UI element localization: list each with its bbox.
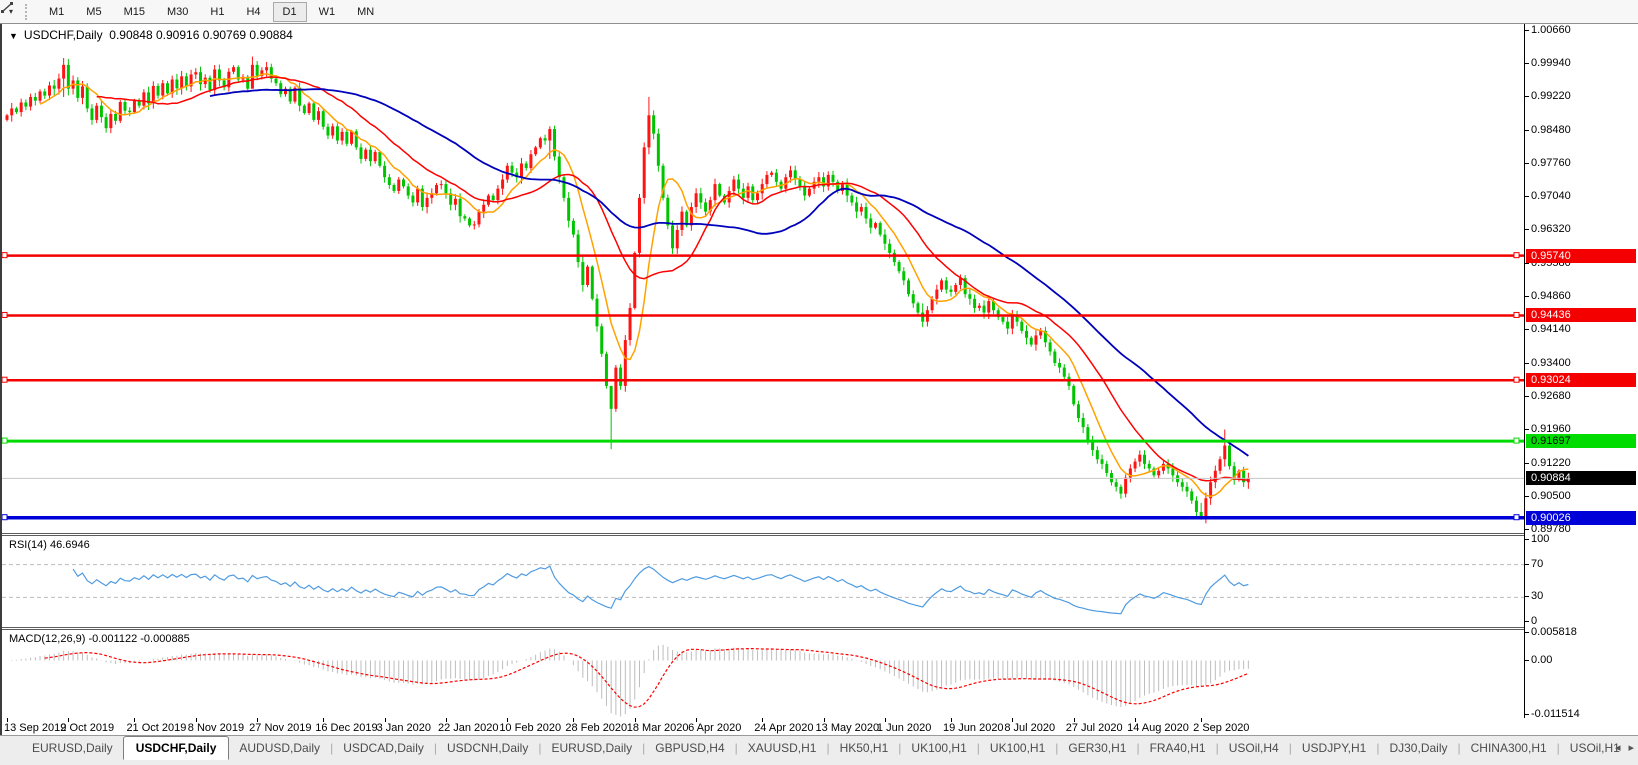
date-label: 27 Jul 2020 — [1066, 722, 1123, 734]
date-label: 13 May 2020 — [816, 722, 880, 734]
tab-eurusd-daily[interactable]: EURUSD,Daily — [541, 737, 642, 758]
price-axis: 1.00660 0.99940 0.99220 0.98480 0.97760 0.970… — [1524, 24, 1638, 718]
macd-tick-label: 0.00 — [1531, 653, 1552, 667]
tab-usdcad-daily[interactable]: USDCAD,Daily — [333, 737, 434, 758]
rsi-tick-label: 100 — [1531, 532, 1549, 546]
rsi-tick-label: 70 — [1531, 557, 1543, 571]
timeframe-m15[interactable]: M15 — [114, 2, 155, 22]
price-line-badge: 0.90026 — [1526, 511, 1636, 525]
date-label: 10 Feb 2020 — [499, 722, 561, 734]
rsi-label: RSI(14) 46.6946 — [9, 539, 90, 551]
candlestick-chart[interactable] — [2, 24, 1524, 533]
date-label: 8 Nov 2019 — [188, 722, 244, 734]
date-axis: 13 Sep 20192 Oct 2019 21 Oct 20198 Nov 20… — [2, 718, 1524, 735]
timeframe-h1[interactable]: H1 — [200, 2, 234, 22]
tab-gbpusd-h4[interactable]: GBPUSD,H4 — [645, 737, 734, 758]
date-label: 19 Jun 2020 — [943, 722, 1004, 734]
ohlc-values: 0.90848 0.90916 0.90769 0.90884 — [109, 28, 293, 42]
tab-xauusd-h1[interactable]: XAUUSD,H1 — [738, 737, 827, 758]
tab-usoil-h4[interactable]: USOil,H4 — [1219, 737, 1289, 758]
date-label: 24 Apr 2020 — [754, 722, 813, 734]
tab-scroll-buttons: ◂ ▸ — [1615, 741, 1634, 754]
date-label: 3 Jan 2020 — [377, 722, 431, 734]
date-label: 8 Jul 2020 — [1004, 722, 1055, 734]
date-label: 18 Mar 2020 — [627, 722, 689, 734]
date-label: 6 Apr 2020 — [688, 722, 741, 734]
price-tick-label: 0.92680 — [1531, 389, 1571, 403]
price-tick-label: 0.94140 — [1531, 322, 1571, 336]
date-label: 28 Feb 2020 — [565, 722, 627, 734]
price-tick-label: 0.91220 — [1531, 456, 1571, 470]
symbol-tab-bar: EURUSD,DailyUSDCHF,DailyAUDUSD,Daily|USD… — [0, 735, 1638, 765]
rsi-tick-label: 30 — [1531, 589, 1543, 603]
price-tick-label: 0.99940 — [1531, 56, 1571, 70]
tab-usdjpy-h1[interactable]: USDJPY,H1 — [1292, 737, 1376, 758]
date-label: 14 Aug 2020 — [1127, 722, 1189, 734]
toolbar-grip[interactable] — [25, 4, 32, 20]
timeframe-w1[interactable]: W1 — [309, 2, 346, 22]
price-line-badge: 0.90884 — [1526, 471, 1636, 485]
price-line-badge: 0.91697 — [1526, 434, 1636, 448]
price-chart-panel[interactable]: ▼ USDCHF,Daily 0.90848 0.90916 0.90769 0.… — [2, 24, 1524, 534]
date-label: 13 Sep 2019 — [4, 722, 66, 734]
date-label: 16 Dec 2019 — [315, 722, 377, 734]
tab-ger30-h1[interactable]: GER30,H1 — [1058, 737, 1136, 758]
symbol-period-label: USDCHF,Daily — [24, 28, 103, 42]
timeframe-buttons: M1M5M15M30H1H4D1W1MN — [38, 0, 385, 23]
price-tick-label: 0.93400 — [1531, 356, 1571, 370]
chart-window: ▼ USDCHF,Daily 0.90848 0.90916 0.90769 0.… — [0, 24, 1638, 735]
tab-scroll-right-icon[interactable]: ▸ — [1628, 741, 1634, 754]
date-label: 2 Sep 2020 — [1193, 722, 1249, 734]
price-tick-label: 0.97760 — [1531, 156, 1571, 170]
tab-usdcnh-daily[interactable]: USDCNH,Daily — [437, 737, 538, 758]
date-label: 2 Oct 2019 — [60, 722, 114, 734]
timeframe-mn[interactable]: MN — [347, 2, 384, 22]
tab-audusd-daily[interactable]: AUDUSD,Daily — [229, 737, 330, 758]
macd-tick-label: -0.011514 — [1531, 707, 1580, 721]
macd-chart[interactable] — [2, 630, 1524, 718]
rsi-panel[interactable]: RSI(14) 46.6946 — [2, 535, 1524, 628]
price-line-badge: 0.95740 — [1526, 249, 1636, 263]
timeframe-h4[interactable]: H4 — [236, 2, 270, 22]
tab-eurusd-daily[interactable]: EURUSD,Daily — [22, 737, 123, 758]
price-tick-label: 0.99220 — [1531, 89, 1571, 103]
price-line-badge: 0.94436 — [1526, 308, 1636, 322]
timeframe-d1[interactable]: D1 — [273, 2, 307, 22]
price-tick-label: 0.96320 — [1531, 222, 1571, 236]
date-label: 1 Jun 2020 — [877, 722, 931, 734]
date-label: 27 Nov 2019 — [249, 722, 311, 734]
price-tick-label: 0.97040 — [1531, 189, 1571, 203]
price-tick-label: 0.90500 — [1531, 489, 1571, 503]
top-toolbar: ▾ M1M5M15M30H1H4D1W1MN — [0, 0, 1638, 24]
trendline-tool-icon — [0, 0, 15, 15]
tab-fra40-h1[interactable]: FRA40,H1 — [1140, 737, 1216, 758]
macd-label: MACD(12,26,9) -0.001122 -0.000885 — [9, 633, 190, 645]
tab-hk50-h1[interactable]: HK50,H1 — [830, 737, 899, 758]
price-line-badge: 0.93024 — [1526, 373, 1636, 387]
line-studies-button[interactable]: ▾ — [0, 7, 19, 16]
tab-uk100-h1[interactable]: UK100,H1 — [980, 737, 1055, 758]
price-tick-label: 0.94860 — [1531, 289, 1571, 303]
timeframe-m5[interactable]: M5 — [76, 2, 111, 22]
tab-china300-h1[interactable]: CHINA300,H1 — [1461, 737, 1557, 758]
tab-usdchf-daily[interactable]: USDCHF,Daily — [123, 736, 230, 760]
price-tick-label: 0.98480 — [1531, 123, 1571, 137]
timeframe-m1[interactable]: M1 — [39, 2, 74, 22]
symbol-dropdown-icon[interactable]: ▼ — [9, 31, 18, 41]
timeframe-m30[interactable]: M30 — [157, 2, 198, 22]
tab-uk100-h1[interactable]: UK100,H1 — [901, 737, 976, 758]
tab-dj30-daily[interactable]: DJ30,Daily — [1379, 737, 1457, 758]
chart-title: ▼ USDCHF,Daily 0.90848 0.90916 0.90769 0.… — [9, 28, 293, 42]
date-label: 21 Oct 2019 — [126, 722, 186, 734]
macd-tick-label: 0.005818 — [1531, 625, 1577, 639]
price-tick-label: 1.00660 — [1531, 23, 1571, 37]
date-label: 22 Jan 2020 — [438, 722, 499, 734]
rsi-chart[interactable] — [2, 536, 1524, 627]
tab-scroll-left-icon[interactable]: ◂ — [1615, 741, 1621, 754]
macd-panel[interactable]: MACD(12,26,9) -0.001122 -0.000885 — [2, 629, 1524, 719]
